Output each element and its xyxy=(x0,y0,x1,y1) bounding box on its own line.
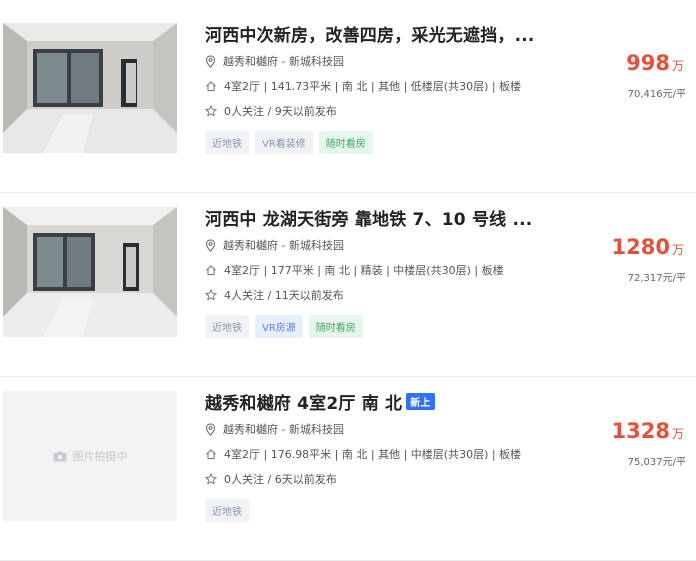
location-pin-icon xyxy=(205,238,216,252)
total-price: 998 万 xyxy=(626,51,684,75)
divider xyxy=(0,376,696,377)
tag-list: 近地铁 VR看装修 随时看房 xyxy=(205,131,373,154)
listing-thumbnail[interactable] xyxy=(3,207,177,337)
follow-info-row: 0人关注 / 6天以前发布 xyxy=(205,471,337,487)
follow-info: 0人关注 / 9天以前发布 xyxy=(224,105,337,118)
listing-card[interactable]: 河西中次新房，改善四房，采光无遮挡，... 越秀和樾府 - 新城科技园 4室2厅… xyxy=(0,23,696,193)
tag-list: 近地铁 xyxy=(205,499,249,522)
location-pin-icon xyxy=(205,54,216,68)
new-listing-badge: 新上 xyxy=(406,393,435,410)
listing-title[interactable]: 河西中 龙湖天街旁 靠地铁 7、10 号线 ... xyxy=(205,205,532,230)
listing-tag: 随时看房 xyxy=(318,131,373,154)
house-info-row: 4室2厅 | 176.98平米 | 南 北 | 其他 | 中楼层(共30层) |… xyxy=(205,446,521,462)
follow-info: 0人关注 / 6天以前发布 xyxy=(224,473,337,486)
star-icon xyxy=(205,105,217,117)
listing-tag: 随时看房 xyxy=(308,315,363,338)
tag-list: 近地铁 VR房源 随时看房 xyxy=(205,315,363,338)
star-icon xyxy=(205,289,217,301)
listing-thumbnail[interactable] xyxy=(3,23,177,153)
location-pin-icon xyxy=(205,422,216,436)
community-row[interactable]: 越秀和樾府 - 新城科技园 xyxy=(205,237,344,253)
community-link[interactable]: 越秀和樾府 - 新城科技园 xyxy=(223,237,344,253)
house-info-row: 4室2厅 | 141.73平米 | 南 北 | 其他 | 低楼层(共30层) |… xyxy=(205,78,521,94)
follow-info-row: 0人关注 / 9天以前发布 xyxy=(205,103,337,119)
total-price: 1328 万 xyxy=(611,419,684,443)
house-icon xyxy=(206,81,216,92)
listing-card[interactable]: 河西中 龙湖天街旁 靠地铁 7、10 号线 ... 越秀和樾府 - 新城科技园 … xyxy=(0,207,696,377)
listing-tag: 近地铁 xyxy=(205,315,249,338)
house-info: 4室2厅 | 141.73平米 | 南 北 | 其他 | 低楼层(共30层) |… xyxy=(224,80,522,93)
unit-price: 75,037元/平 xyxy=(627,457,686,468)
house-icon xyxy=(206,265,216,276)
community-row[interactable]: 越秀和樾府 - 新城科技园 xyxy=(205,53,344,69)
listing-title[interactable]: 河西中次新房，改善四房，采光无遮挡，... xyxy=(205,21,535,46)
listing-thumbnail[interactable]: 图片拍摄中 xyxy=(3,391,177,521)
house-info-row: 4室2厅 | 177平米 | 南 北 | 精装 | 中楼层(共30层) | 板楼 xyxy=(205,262,504,278)
house-info: 4室2厅 | 176.98平米 | 南 北 | 其他 | 中楼层(共30层) |… xyxy=(224,448,522,461)
unit-price: 72,317元/平 xyxy=(627,273,686,284)
listing-tag: VR房源 xyxy=(255,315,303,338)
listing-tag: VR看装修 xyxy=(255,131,313,154)
placeholder-text: 图片拍摄中 xyxy=(72,450,128,463)
star-icon xyxy=(205,473,217,485)
image-placeholder: 图片拍摄中 xyxy=(3,391,177,521)
community-link[interactable]: 越秀和樾府 - 新城科技园 xyxy=(223,53,344,69)
unit-price: 70,416元/平 xyxy=(627,89,686,100)
total-price: 1280 万 xyxy=(611,235,684,259)
house-info: 4室2厅 | 177平米 | 南 北 | 精装 | 中楼层(共30层) | 板楼 xyxy=(224,264,504,277)
community-link[interactable]: 越秀和樾府 - 新城科技园 xyxy=(223,421,344,437)
follow-info: 4人关注 / 11天以前发布 xyxy=(224,289,344,302)
listing-card[interactable]: 图片拍摄中 越秀和樾府 4室2厅 南 北新上 越秀和樾府 - 新城科技园 4室2… xyxy=(0,391,696,561)
divider xyxy=(0,192,696,193)
listing-tag: 近地铁 xyxy=(205,131,249,154)
listing-tag: 近地铁 xyxy=(205,499,249,522)
house-icon xyxy=(206,449,216,460)
camera-icon xyxy=(53,451,66,461)
listing-title[interactable]: 越秀和樾府 4室2厅 南 北新上 xyxy=(205,389,435,414)
community-row[interactable]: 越秀和樾府 - 新城科技园 xyxy=(205,421,344,437)
follow-info-row: 4人关注 / 11天以前发布 xyxy=(205,287,344,303)
